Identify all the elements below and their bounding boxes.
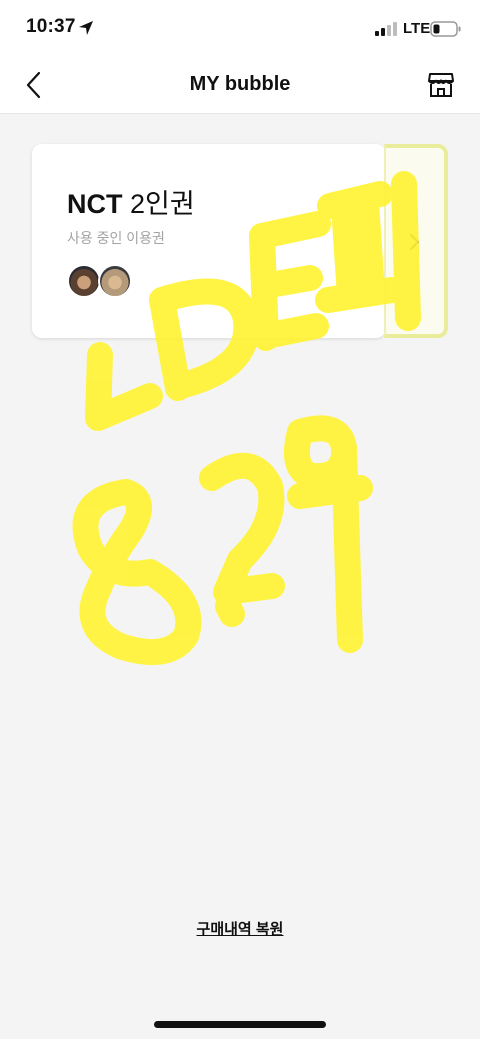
ticket-status: 사용 중인 이용권	[67, 230, 165, 246]
ticket-stub[interactable]	[384, 144, 448, 338]
battery-icon	[430, 21, 461, 37]
restore-purchases-label[interactable]: 구매내역 복원	[197, 921, 284, 938]
home-indicator	[154, 1021, 326, 1028]
restore-purchases-link[interactable]: 구매내역 복원	[0, 918, 480, 939]
artist-avatar	[67, 264, 101, 298]
nav-bar: MY bubble	[0, 58, 480, 114]
my-bubble-screen: 10:37 LTE MY bubble NCT 2인권 사용 중인 이용권 구매…	[0, 0, 480, 1039]
subscription-ticket-card[interactable]: NCT 2인권 사용 중인 이용권	[32, 144, 386, 338]
location-arrow-icon	[79, 21, 93, 35]
status-bar: 10:37 LTE	[0, 0, 480, 58]
ticket-plan: 2인권	[122, 189, 195, 219]
signal-icon	[375, 22, 397, 36]
page-title: MY bubble	[189, 73, 291, 95]
ticket-name: NCT 2인권	[67, 182, 195, 221]
ticket-brand: NCT	[67, 189, 123, 219]
network-label: LTE	[403, 20, 431, 37]
store-icon[interactable]	[427, 72, 455, 98]
artist-avatar	[98, 264, 132, 298]
chevron-right-icon	[410, 234, 419, 250]
status-time: 10:37	[26, 16, 76, 37]
